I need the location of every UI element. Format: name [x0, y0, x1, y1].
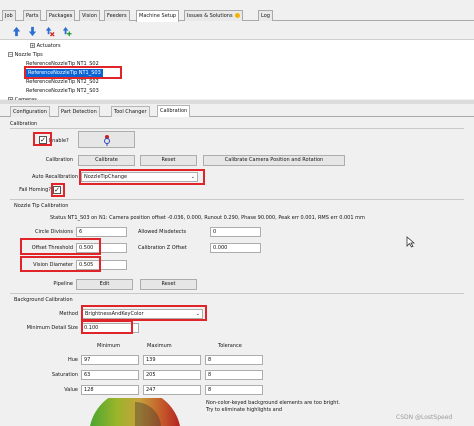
saturation-max-field[interactable]: 205 [143, 370, 201, 380]
saturation-label: Saturation [51, 372, 78, 378]
tree-label: Nozzle Tips [14, 52, 43, 58]
nozzle-tip-tab-bar: Configuration Part Detection Tool Change… [0, 105, 474, 117]
hue-max-field[interactable]: 139 [143, 355, 201, 365]
move-up-icon[interactable] [11, 26, 22, 37]
calibration-z-offset-label: Calibration Z Offset [138, 245, 187, 251]
saturation-min-field[interactable]: 63 [81, 370, 139, 380]
auto-recalibration-label: Auto Recalibration [32, 174, 78, 180]
saturation-tolerance-field[interactable]: 8 [205, 370, 263, 380]
calibrate-button[interactable]: Calibrate [78, 155, 135, 166]
hue-tolerance-field[interactable]: 8 [205, 355, 263, 365]
delete-icon[interactable] [44, 26, 55, 37]
tree-item-nozzle-tip[interactable]: ReferenceNozzleTip NT2_S02 [26, 78, 99, 86]
highlight-vision-diameter [20, 256, 101, 272]
splitter[interactable] [0, 100, 474, 104]
tab-feeders[interactable]: Feeders [104, 10, 130, 21]
nozzle-tip-icon-button[interactable] [78, 131, 135, 148]
add-icon[interactable] [61, 26, 72, 37]
tab-tool-changer[interactable]: Tool Changer [111, 106, 150, 117]
tab-job[interactable]: Job [2, 10, 16, 21]
calibration-z-offset-field[interactable]: 0.000 [210, 243, 261, 253]
collapse-icon[interactable]: − [8, 52, 13, 57]
divider [10, 128, 464, 129]
value-min-field[interactable]: 128 [81, 385, 139, 395]
watermark: CSDN @LostSpeed [396, 414, 453, 421]
calibrate-camera-button[interactable]: Calibrate Camera Position and Rotation [203, 155, 345, 166]
tab-log[interactable]: Log [258, 10, 273, 21]
section-title-calibration: Calibration [10, 121, 38, 127]
tab-calibration[interactable]: Calibration [157, 105, 191, 117]
reset-button[interactable]: Reset [140, 155, 197, 166]
background-calibration-note: Non-color-keyed background elements are … [206, 400, 340, 413]
highlight-method [81, 305, 207, 321]
pipeline-edit-button[interactable]: Edit [76, 279, 133, 290]
pipeline-reset-button[interactable]: Reset [140, 279, 197, 290]
fail-homing-label: Fail Homing? [19, 187, 51, 193]
section-title-background-calibration: Background Calibration [14, 297, 73, 303]
tree-label: Actuators [36, 43, 61, 49]
minimum-detail-size-label: Minimum Detail Size [26, 325, 78, 331]
highlight-fail-homing [51, 183, 65, 197]
method-label: Method [59, 311, 78, 317]
tree-item-nozzle-tips[interactable]: − Nozzle Tips [8, 51, 43, 59]
hue-min-field[interactable]: 97 [81, 355, 139, 365]
tab-part-detection[interactable]: Part Detection [58, 106, 100, 117]
value-label: Value [64, 387, 78, 393]
value-max-field[interactable]: 247 [143, 385, 201, 395]
tree-item-nozzle-tip[interactable]: ReferenceNozzleTip NT2_S03 [26, 87, 99, 95]
value-tolerance-field[interactable]: 8 [205, 385, 263, 395]
circle-divisions-field[interactable]: 6 [76, 227, 127, 237]
nozzle-icon [103, 135, 110, 146]
main-tab-bar: Job Parts Packages Vision Feeders Machin… [0, 10, 474, 22]
tab-issues-label: Issues & Solutions [187, 13, 233, 19]
allowed-misdetects-field[interactable]: 0 [210, 227, 261, 237]
divider [10, 293, 464, 294]
move-down-icon[interactable] [27, 26, 38, 37]
machine-setup-toolbar [0, 22, 474, 39]
color-wheel-preview [90, 398, 180, 426]
mouse-cursor-icon [406, 236, 415, 248]
pipeline-label: Pipeline [53, 281, 73, 287]
tab-packages[interactable]: Packages [46, 10, 76, 21]
tab-vision[interactable]: Vision [79, 10, 100, 21]
tab-issues-solutions[interactable]: Issues & Solutions [184, 10, 244, 21]
allowed-misdetects-label: Allowed Misdetects [138, 229, 187, 235]
section-title-nozzle-tip-calibration: Nozzle Tip Calibration [14, 203, 69, 209]
hue-label: Hue [67, 357, 78, 363]
highlight-min-detail [81, 320, 133, 334]
col-header-minimum: Minimum [97, 343, 121, 349]
highlight-offset-threshold [20, 238, 101, 255]
calibration-status: Status NT1_S03 on N1: Camera position of… [50, 215, 365, 221]
circle-divisions-label: Circle Divisions [34, 229, 73, 235]
tab-configuration[interactable]: Configuration [10, 106, 50, 117]
highlight-auto-recal [79, 169, 205, 185]
tab-machine-setup[interactable]: Machine Setup [136, 10, 180, 22]
divider [10, 199, 464, 200]
calibration-label: Calibration [45, 157, 73, 163]
col-header-tolerance: Tolerance [218, 343, 242, 349]
col-header-maximum: Maximum [147, 343, 172, 349]
tab-parts[interactable]: Parts [23, 10, 42, 21]
warning-dot-icon [235, 13, 241, 18]
highlight-enable [33, 132, 52, 146]
tree-item-actuators[interactable]: + Actuators [30, 42, 61, 50]
highlight-selected-tree-item [24, 66, 122, 79]
expand-icon[interactable]: + [30, 43, 35, 48]
